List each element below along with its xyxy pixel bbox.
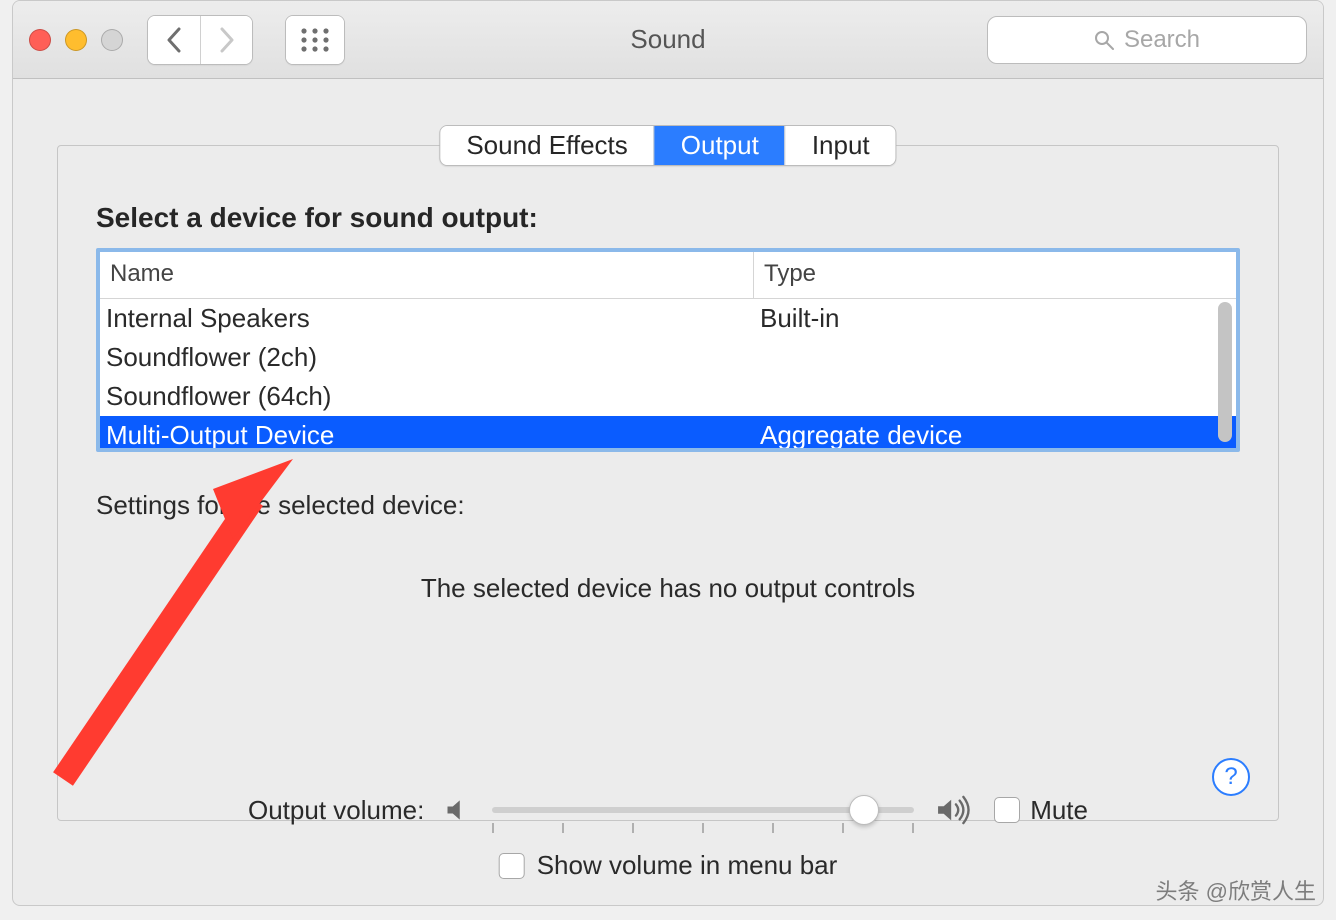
mute-checkbox[interactable] [994, 797, 1020, 823]
menubar-checkbox[interactable] [499, 853, 525, 879]
select-device-heading: Select a device for sound output: [96, 202, 1240, 234]
volume-high-icon [934, 795, 974, 825]
close-button[interactable] [29, 29, 51, 51]
col-type[interactable]: Type [754, 252, 1236, 298]
device-name: Soundflower (2ch) [100, 338, 754, 377]
tab-input[interactable]: Input [785, 126, 896, 165]
minimize-button[interactable] [65, 29, 87, 51]
traffic-lights [29, 29, 123, 51]
search-icon [1094, 30, 1114, 50]
output-panel: Select a device for sound output: Name T… [57, 145, 1279, 821]
table-header: Name Type [100, 252, 1236, 299]
table-row[interactable]: Multi-Output Device Aggregate device [100, 416, 1236, 452]
no-output-controls: The selected device has no output contro… [96, 573, 1240, 604]
device-name: Internal Speakers [100, 299, 754, 338]
tab-output[interactable]: Output [654, 126, 785, 165]
show-all-button[interactable] [286, 16, 344, 64]
menubar-label: Show volume in menu bar [537, 850, 838, 881]
output-volume-label: Output volume: [248, 795, 424, 826]
window-title: Sound [630, 24, 705, 55]
back-button[interactable] [148, 16, 200, 64]
output-volume-row: Output volume: [248, 793, 1088, 827]
device-type: Built-in [754, 299, 1236, 338]
device-name: Multi-Output Device [100, 416, 754, 452]
col-name[interactable]: Name [100, 252, 754, 298]
window-body: Sound Effects Output Input Select a devi… [13, 79, 1323, 905]
chevron-left-icon [165, 27, 183, 53]
nav-buttons [147, 15, 253, 65]
device-type [754, 338, 1236, 377]
mute-toggle[interactable]: Mute [994, 795, 1088, 826]
zoom-button[interactable] [101, 29, 123, 51]
grid-icon [300, 27, 330, 53]
settings-label: Settings for the selected device: [96, 490, 1240, 521]
scrollbar[interactable] [1218, 302, 1232, 442]
device-table: Name Type Internal Speakers Built-in Sou… [96, 248, 1240, 452]
slider-knob[interactable] [849, 795, 879, 825]
volume-slider[interactable] [492, 793, 914, 827]
question-icon: ? [1224, 763, 1237, 791]
device-type [754, 377, 1236, 416]
chevron-right-icon [218, 27, 236, 53]
show-in-menubar-toggle[interactable]: Show volume in menu bar [499, 850, 838, 881]
help-button[interactable]: ? [1212, 758, 1250, 796]
device-type: Aggregate device [754, 416, 1236, 452]
watermark: 头条 @欣赏人生 [1156, 874, 1316, 906]
search-placeholder: Search [1124, 26, 1200, 54]
preferences-window: Sound Search Sound Effects Output Input … [12, 0, 1324, 906]
forward-button[interactable] [200, 16, 252, 64]
table-row[interactable]: Soundflower (64ch) [100, 377, 1236, 416]
search-field[interactable]: Search [987, 16, 1307, 64]
tab-sound-effects[interactable]: Sound Effects [440, 126, 653, 165]
tabs: Sound Effects Output Input [439, 125, 896, 166]
table-row[interactable]: Soundflower (2ch) [100, 338, 1236, 377]
mute-label: Mute [1030, 795, 1088, 826]
table-body: Internal Speakers Built-in Soundflower (… [100, 299, 1236, 452]
volume-low-icon [444, 796, 472, 824]
table-row[interactable]: Internal Speakers Built-in [100, 299, 1236, 338]
device-name: Soundflower (64ch) [100, 377, 754, 416]
titlebar: Sound Search [13, 1, 1323, 79]
